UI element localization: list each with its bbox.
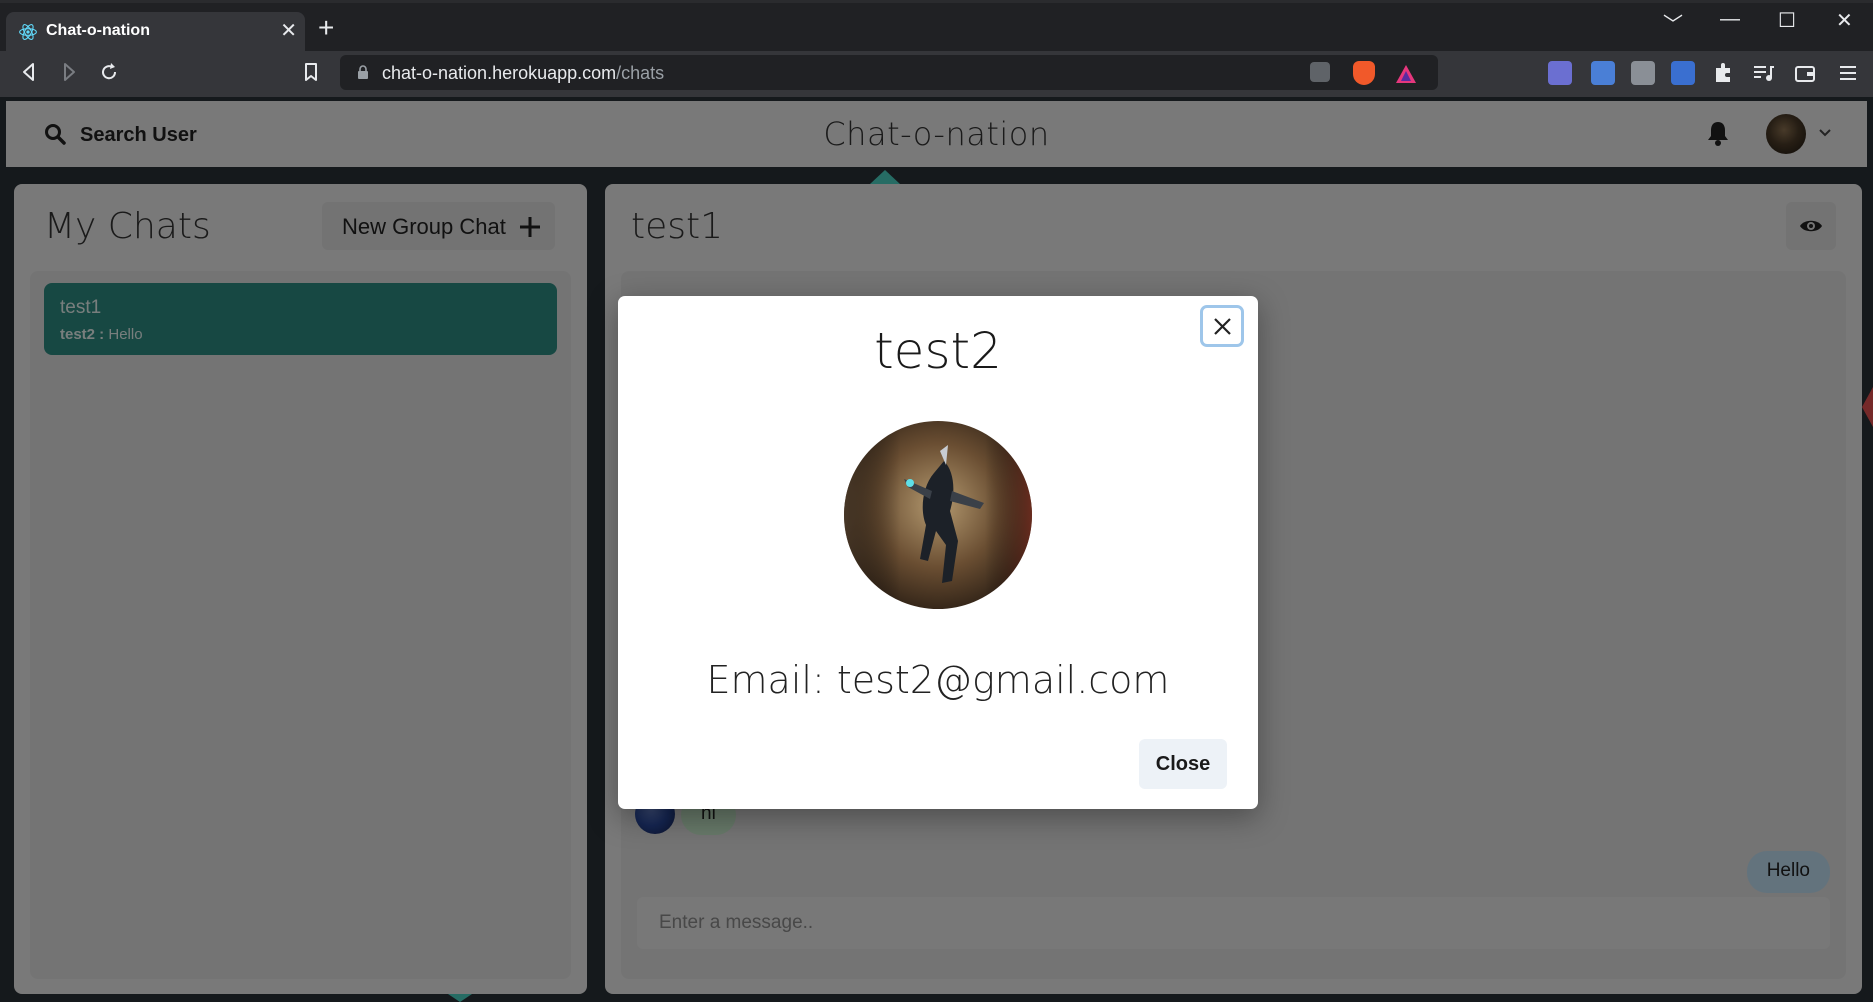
- extension-k-icon[interactable]: [1631, 61, 1655, 85]
- new-tab-button[interactable]: +: [318, 14, 334, 42]
- modal-close-label: Close: [1155, 753, 1211, 775]
- media-queue-icon[interactable]: [1751, 61, 1775, 85]
- maximize-button[interactable]: ☐: [1778, 8, 1796, 33]
- url-text: chat-o-nation.herokuapp.com/chats: [382, 63, 665, 83]
- profile-picture: [844, 421, 1032, 609]
- address-bar[interactable]: chat-o-nation.herokuapp.com/chats: [340, 55, 1438, 90]
- modal-email: Email: test2@gmail.com: [706, 658, 1170, 702]
- lock-icon: [358, 65, 368, 79]
- back-icon[interactable]: [18, 61, 40, 83]
- browser-titlebar: Chat-o-nation ✕ + ﹀ — ☐ ✕: [0, 0, 1873, 51]
- reload-icon[interactable]: [98, 61, 120, 83]
- brave-shield-icon[interactable]: [1353, 61, 1375, 85]
- browser-menu-icon[interactable]: [1836, 61, 1860, 85]
- close-icon: [1214, 318, 1231, 335]
- screen-capture-extension-icon[interactable]: [1671, 61, 1695, 85]
- extensions-puzzle-icon[interactable]: [1711, 61, 1735, 85]
- tab-close-icon[interactable]: ✕: [280, 18, 297, 43]
- browser-strip: [0, 0, 1873, 3]
- extension-pen-icon[interactable]: [1548, 61, 1572, 85]
- minimize-button[interactable]: —: [1720, 8, 1740, 31]
- modal-close-button[interactable]: Close: [1139, 739, 1227, 789]
- browser-tab[interactable]: Chat-o-nation ✕: [6, 12, 305, 51]
- profile-modal: test2 Email: test2@gmail.com Close: [618, 296, 1258, 809]
- react-favicon-icon: [19, 24, 37, 40]
- modal-title: test2: [874, 322, 1002, 380]
- modal-close-x-button[interactable]: [1200, 305, 1244, 347]
- browser-toolbar: chat-o-nation.herokuapp.com/chats: [0, 51, 1873, 97]
- qr-code-icon[interactable]: [1310, 62, 1330, 82]
- brave-rewards-icon[interactable]: [1394, 62, 1418, 86]
- translate-extension-icon[interactable]: [1591, 61, 1615, 85]
- tab-search-icon[interactable]: ﹀: [1663, 8, 1683, 37]
- window-close-button[interactable]: ✕: [1836, 8, 1853, 33]
- tab-title: Chat-o-nation: [46, 22, 150, 39]
- wallet-icon[interactable]: [1793, 61, 1817, 85]
- bookmark-icon[interactable]: [300, 61, 322, 83]
- forward-icon[interactable]: [58, 61, 80, 83]
